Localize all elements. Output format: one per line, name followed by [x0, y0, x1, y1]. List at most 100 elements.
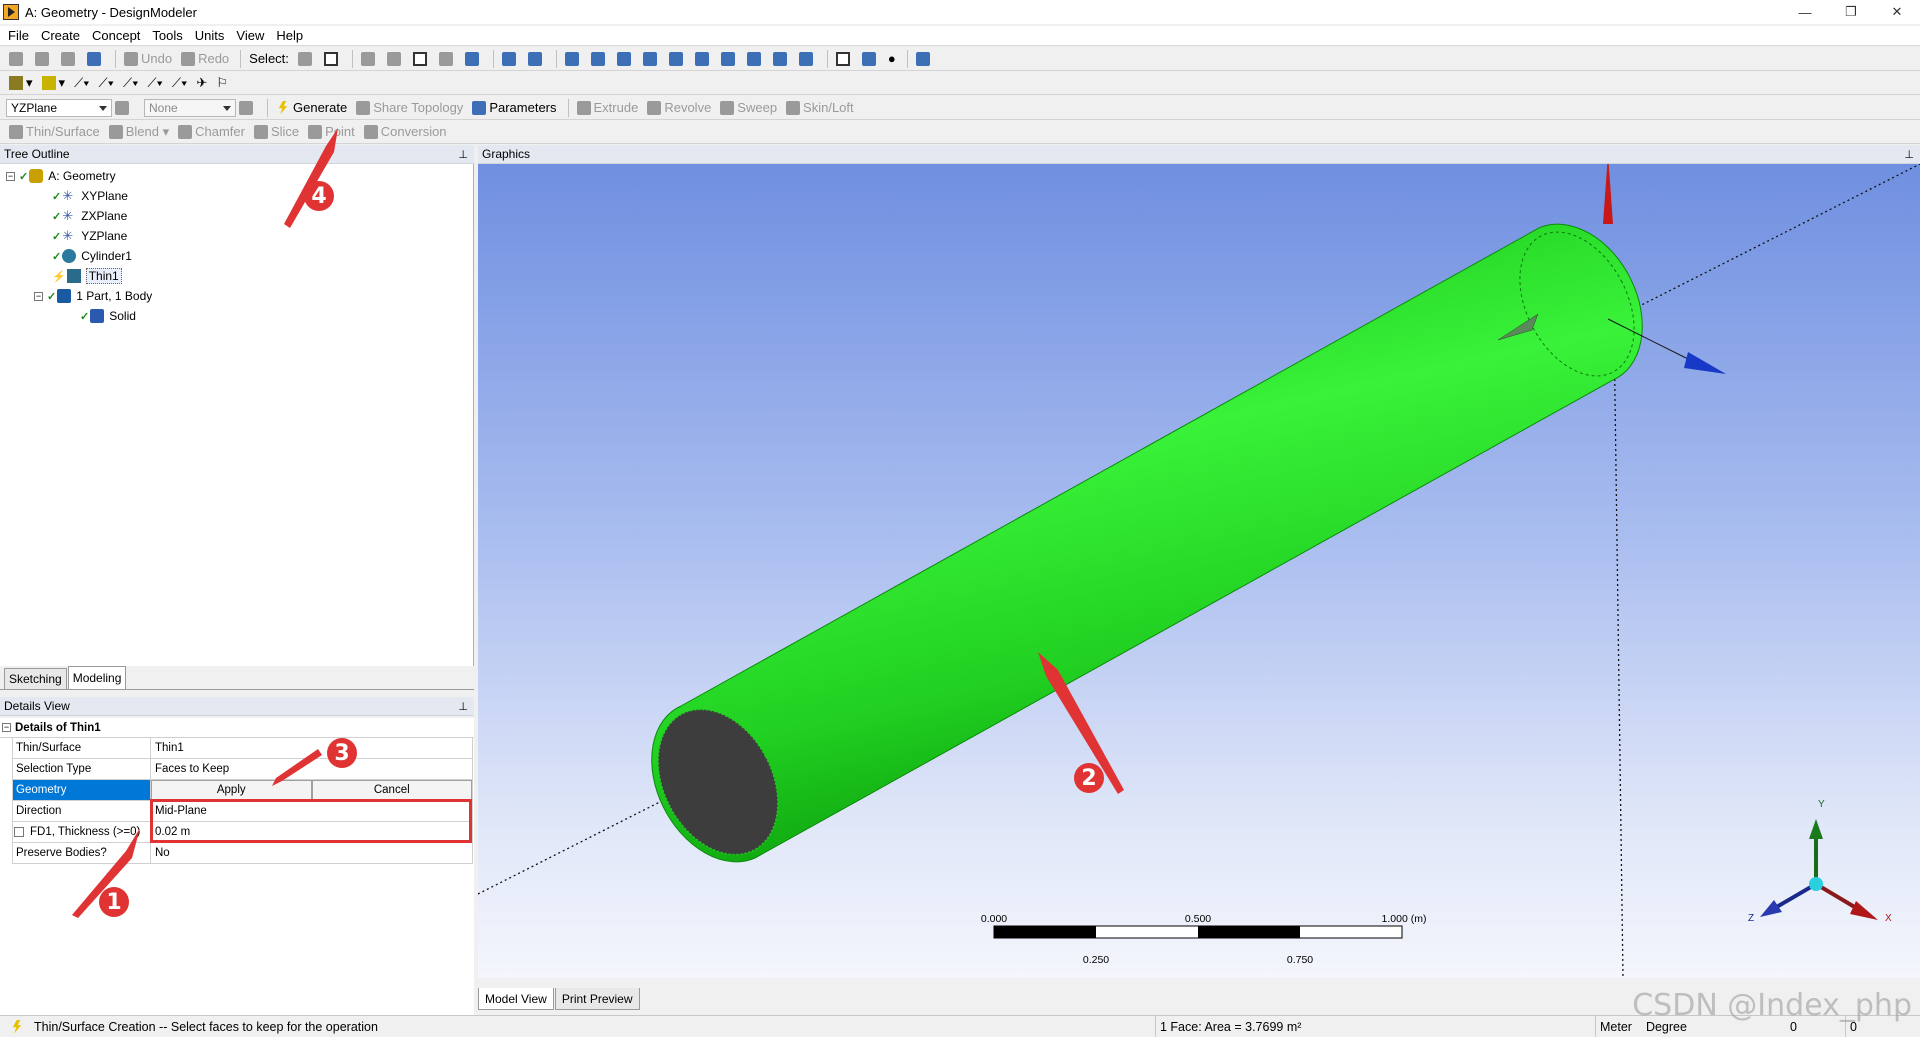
zoom-area-icon[interactable]	[718, 49, 741, 69]
menu-concept[interactable]: Concept	[92, 28, 140, 43]
apply-button[interactable]: Apply	[151, 780, 312, 800]
thin-icon	[66, 269, 81, 283]
thin-surface-button[interactable]: Thin/Surface	[6, 122, 103, 142]
scale-bar	[993, 925, 1403, 939]
minimize-button[interactable]: —	[1782, 0, 1828, 24]
collapse-icon[interactable]: −	[2, 723, 11, 732]
menu-units[interactable]: Units	[195, 28, 225, 43]
tree-node-cylinder1[interactable]: ✓ Cylinder1	[52, 246, 132, 266]
line-tool-4-icon[interactable]: ⟋▾	[144, 73, 165, 93]
color-display-icon[interactable]: ▾	[39, 73, 69, 93]
magnifier-icon[interactable]	[744, 49, 767, 69]
new-plane-icon[interactable]	[112, 98, 135, 118]
tab-modeling[interactable]: Modeling	[67, 666, 127, 689]
zoom-in-icon[interactable]	[666, 49, 689, 69]
tree-node-xyplane[interactable]: ✓ ✳ XYPlane	[52, 186, 128, 206]
graphics-viewport[interactable]: 0.000 0.500 1.000 (m) 0.250 0.750 Y X Z	[478, 164, 1920, 978]
tab-sketching[interactable]: Sketching	[4, 668, 67, 689]
zoom-out-icon[interactable]	[692, 49, 715, 69]
sketch-selector[interactable]: None	[144, 98, 236, 117]
select-body-icon[interactable]	[436, 49, 459, 69]
cancel-button[interactable]: Cancel	[311, 780, 472, 800]
tree-node-solid[interactable]: ✓ Solid	[80, 306, 136, 326]
pin-icon[interactable]: ⊥	[1904, 148, 1914, 161]
display-plane-icon[interactable]: ▾	[6, 73, 36, 93]
display-model-icon[interactable]	[859, 49, 882, 69]
extrude-button[interactable]: Extrude	[574, 98, 642, 118]
tree-node-thin1[interactable]: ⚡ Thin1	[52, 266, 122, 286]
skin-loft-button[interactable]: Skin/Loft	[783, 98, 857, 118]
select-filter-icon[interactable]	[321, 49, 344, 69]
menu-tools[interactable]: Tools	[152, 28, 182, 43]
chamfer-button[interactable]: Chamfer	[175, 122, 248, 142]
screenshot-icon[interactable]	[84, 49, 107, 69]
flag-tool-icon[interactable]: ⚐	[213, 73, 231, 93]
generate-button[interactable]: Generate	[273, 98, 350, 118]
toolbar-modifiers: Thin/Surface Blend ▾ Chamfer Slice Point…	[0, 120, 1920, 144]
rotate-icon[interactable]	[562, 49, 585, 69]
axis-triad	[1760, 819, 1878, 920]
tree-node-yzplane[interactable]: ✓ ✳ YZPlane	[52, 226, 127, 246]
menu-file[interactable]: File	[8, 28, 29, 43]
new-sketch-icon[interactable]	[236, 98, 259, 118]
point-button[interactable]: Point	[305, 122, 358, 142]
undo-button[interactable]: Undo	[121, 49, 175, 69]
zoom-fit-selected-icon[interactable]	[525, 49, 548, 69]
cylinder-body[interactable]	[651, 223, 1643, 863]
conversion-button[interactable]: Conversion	[361, 122, 450, 142]
part-icon	[57, 289, 72, 303]
save-icon[interactable]	[58, 49, 81, 69]
parameters-button[interactable]: Parameters	[469, 98, 559, 118]
sweep-button[interactable]: Sweep	[717, 98, 780, 118]
zoom-icon[interactable]	[614, 49, 637, 69]
display-point-icon[interactable]: ●	[885, 49, 899, 69]
pin-tool-icon[interactable]: ✈	[193, 73, 210, 93]
line-tool-3-icon[interactable]: ⟋▾	[120, 73, 141, 93]
blend-button[interactable]: Blend ▾	[106, 122, 172, 142]
share-topology-button[interactable]: Share Topology	[353, 98, 466, 118]
zoom-box-icon[interactable]	[640, 49, 663, 69]
zoom-fit-icon[interactable]	[499, 49, 522, 69]
details-view: − Details of Thin1 Thin/Surface Thin1 Se…	[0, 718, 474, 1018]
tree-node-geometry[interactable]: − ✓ A: Geometry	[6, 166, 116, 186]
select-mode-icon[interactable]	[295, 49, 318, 69]
menu-create[interactable]: Create	[41, 28, 80, 43]
select-face-icon[interactable]	[410, 49, 433, 69]
previous-view-icon[interactable]	[770, 49, 793, 69]
open-icon[interactable]	[32, 49, 55, 69]
graphics-tabs: Model View Print Preview	[478, 988, 641, 1010]
triad-icon[interactable]	[833, 49, 856, 69]
menu-view[interactable]: View	[236, 28, 264, 43]
plane-selector[interactable]: YZPlane	[6, 98, 112, 117]
pin-icon[interactable]: ⊥	[458, 148, 468, 161]
slice-button[interactable]: Slice	[251, 122, 302, 142]
select-edge-icon[interactable]	[384, 49, 407, 69]
revolve-button[interactable]: Revolve	[644, 98, 714, 118]
collapse-icon[interactable]: −	[34, 291, 43, 301]
lightning-icon	[12, 1019, 22, 1034]
menu-bar: File Create Concept Tools Units View Hel…	[0, 26, 1920, 46]
line-tool-2-icon[interactable]: ⟋▾	[96, 73, 117, 93]
extend-selection-icon[interactable]	[462, 49, 485, 69]
next-view-icon[interactable]	[796, 49, 819, 69]
parameter-checkbox[interactable]	[14, 827, 24, 837]
close-button[interactable]: ✕	[1874, 0, 1920, 24]
tab-print-preview[interactable]: Print Preview	[554, 988, 640, 1010]
pan-icon[interactable]	[588, 49, 611, 69]
pin-icon[interactable]: ⊥	[458, 700, 468, 713]
tree-node-zxplane[interactable]: ✓ ✳ ZXPlane	[52, 206, 127, 226]
watermark: CSDN @Index_php	[1632, 988, 1912, 1023]
menu-help[interactable]: Help	[276, 28, 303, 43]
restore-button[interactable]: ❐	[1828, 0, 1874, 24]
tab-model-view[interactable]: Model View	[478, 988, 554, 1010]
new-icon[interactable]	[6, 49, 29, 69]
redo-button[interactable]: Redo	[178, 49, 232, 69]
collapse-icon[interactable]: −	[6, 171, 15, 181]
help-icon[interactable]	[913, 49, 936, 69]
tree-node-part-body[interactable]: − ✓ 1 Part, 1 Body	[34, 286, 152, 306]
line-tool-5-icon[interactable]: ⟋▾	[169, 73, 190, 93]
status-selection: 1 Face: Area = 3.7699 m²	[1156, 1015, 1596, 1037]
line-tool-1-icon[interactable]: ⟋▾	[71, 73, 92, 93]
separator	[240, 49, 242, 68]
select-point-icon[interactable]	[358, 49, 381, 69]
